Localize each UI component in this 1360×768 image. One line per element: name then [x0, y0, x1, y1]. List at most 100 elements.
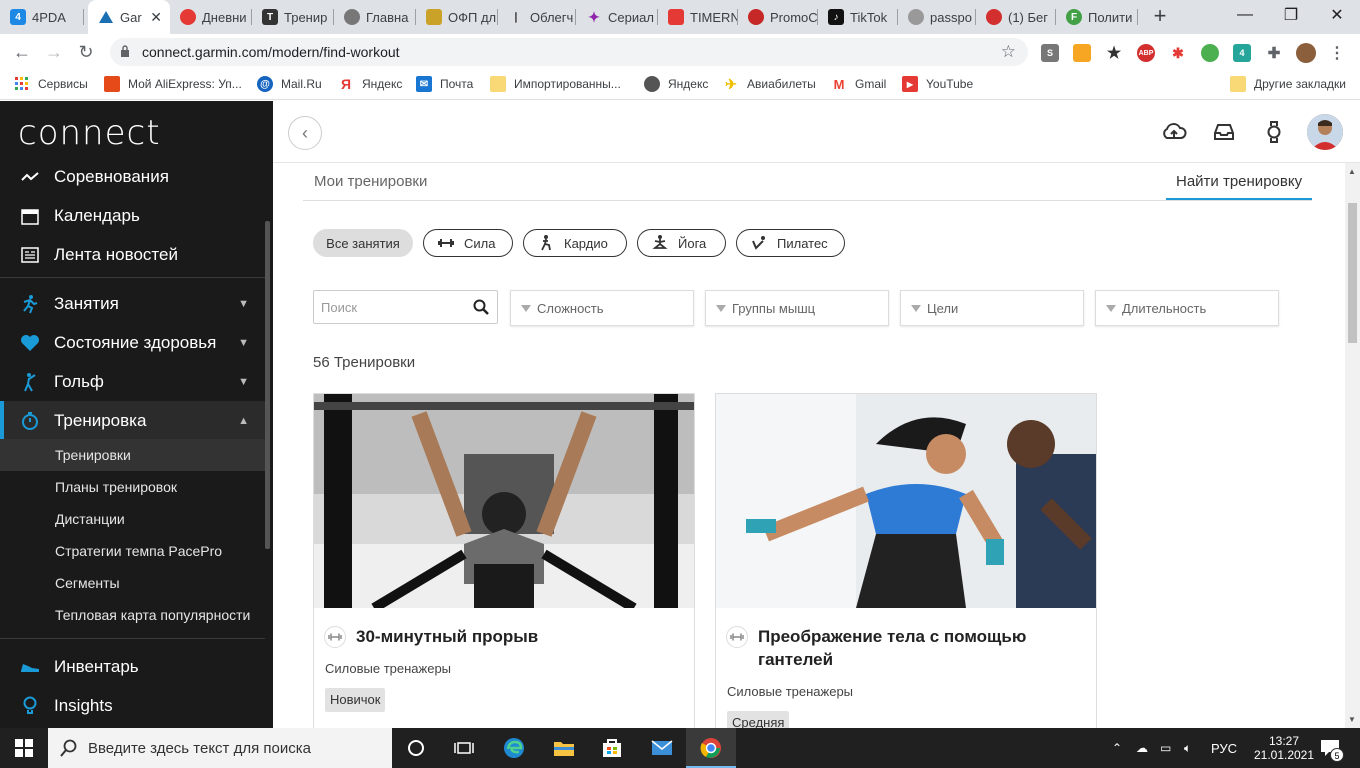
- reload-icon[interactable]: ↻: [74, 40, 98, 64]
- browser-tab[interactable]: ♪ TikTok: [818, 0, 898, 34]
- store-icon[interactable]: [600, 736, 624, 760]
- sidebar-item-activities[interactable]: Занятия ▼: [0, 284, 265, 323]
- browser-tab[interactable]: passpo: [898, 0, 976, 34]
- watch-icon[interactable]: [1261, 119, 1287, 145]
- task-view-icon[interactable]: [452, 736, 476, 760]
- browser-tab-active[interactable]: Gar ✕: [88, 0, 170, 34]
- tray-up-arrow-icon[interactable]: ⌃: [1112, 728, 1122, 768]
- user-avatar[interactable]: [1307, 114, 1343, 150]
- sidebar-item-insights[interactable]: Insights: [0, 686, 265, 725]
- extension-icon[interactable]: [1073, 44, 1091, 62]
- bookmark-folder[interactable]: Другие закладки: [1230, 70, 1346, 98]
- browser-tab[interactable]: 4 4PDA: [0, 0, 84, 34]
- sidebar-subitem-workouts[interactable]: Тренировки: [0, 439, 265, 471]
- clock[interactable]: 13:27 21.01.2021: [1254, 728, 1314, 768]
- taskbar-search-input[interactable]: Введите здесь текст для поиска: [48, 728, 392, 768]
- chevron-down-icon[interactable]: ▼: [238, 376, 249, 388]
- close-window-icon[interactable]: ✕: [1314, 0, 1360, 30]
- browser-tab[interactable]: Главна: [334, 0, 416, 34]
- page-scrollbar[interactable]: ▲ ▼: [1345, 163, 1360, 728]
- upload-cloud-icon[interactable]: [1161, 119, 1187, 145]
- menu-dots-icon[interactable]: ⋮: [1328, 44, 1346, 62]
- tab-my-workouts[interactable]: Мои тренировки: [314, 173, 427, 190]
- new-tab-button[interactable]: +: [1148, 4, 1172, 28]
- sidebar-subitem-segments[interactable]: Сегменты: [0, 567, 265, 599]
- chevron-up-icon[interactable]: ▲: [238, 415, 249, 427]
- windows-start-icon[interactable]: [12, 736, 36, 760]
- bookmark-item[interactable]: Сервисы: [14, 70, 88, 98]
- volume-icon[interactable]: 🔈︎: [1184, 728, 1191, 768]
- filter-difficulty[interactable]: Сложность: [510, 290, 694, 326]
- inbox-icon[interactable]: [1211, 119, 1237, 145]
- chevron-down-icon[interactable]: ▼: [238, 298, 249, 310]
- scroll-up-arrow-icon[interactable]: ▲: [1348, 167, 1356, 176]
- onedrive-cloud-icon[interactable]: ☁: [1136, 728, 1148, 768]
- flower-icon[interactable]: ✱: [1169, 44, 1187, 62]
- browser-tab[interactable]: (1) Бег: [976, 0, 1056, 34]
- browser-tab[interactable]: Дневни: [170, 0, 252, 34]
- sidebar-subitem-courses[interactable]: Дистанции: [0, 503, 265, 535]
- filter-goals[interactable]: Цели: [900, 290, 1084, 326]
- sidebar-item-gear[interactable]: Инвентарь: [0, 647, 265, 686]
- bookmark-item[interactable]: ✉ Почта: [416, 70, 473, 98]
- puzzle-icon[interactable]: ✚: [1265, 44, 1283, 62]
- browser-tab[interactable]: T Тренир: [252, 0, 334, 34]
- file-explorer-icon[interactable]: [552, 736, 576, 760]
- adblock-icon[interactable]: ABP: [1137, 44, 1155, 62]
- bookmark-item[interactable]: Яндекс: [644, 70, 708, 98]
- browser-tab[interactable]: F Полити: [1056, 0, 1138, 34]
- s-extension-icon[interactable]: S: [1041, 44, 1059, 62]
- workout-title[interactable]: 30-минутный прорыв: [356, 625, 538, 648]
- search-input[interactable]: Поиск: [313, 290, 498, 324]
- workout-title[interactable]: Преображение тела с помощью гантелей: [758, 625, 1058, 671]
- chevron-down-icon[interactable]: ▼: [238, 337, 249, 349]
- profile-avatar[interactable]: [1296, 43, 1316, 63]
- address-bar[interactable]: connect.garmin.com/modern/find-workout ☆: [110, 38, 1028, 66]
- sidebar-item-newsfeed[interactable]: Лента новостей: [0, 235, 265, 274]
- mail-app-icon[interactable]: [650, 736, 674, 760]
- bookmark-item[interactable]: Я Яндекс: [338, 70, 402, 98]
- bookmark-star-icon[interactable]: ☆: [1001, 42, 1016, 62]
- chip-cardio[interactable]: Кардио: [523, 229, 627, 257]
- sidebar-item-calendar[interactable]: Календарь: [0, 196, 265, 235]
- bookmark-folder[interactable]: Импортированны...: [490, 70, 621, 98]
- star-icon[interactable]: ★: [1105, 44, 1123, 62]
- sidebar-item-challenges[interactable]: Соревнования: [0, 157, 265, 196]
- close-tab-icon[interactable]: ✕: [150, 9, 162, 26]
- scroll-down-arrow-icon[interactable]: ▼: [1348, 715, 1356, 724]
- bookmark-item[interactable]: ▶ YouTube: [902, 70, 973, 98]
- browser-tab[interactable]: TIMERN: [658, 0, 738, 34]
- browser-tab[interactable]: ОФП дл: [416, 0, 498, 34]
- bookmark-item[interactable]: @ Mail.Ru: [257, 70, 322, 98]
- filter-muscle-groups[interactable]: Группы мышц: [705, 290, 889, 326]
- forward-arrow-icon[interactable]: →: [42, 40, 66, 64]
- sidebar-item-health[interactable]: Состояние здоровья ▼: [0, 323, 265, 362]
- restore-icon[interactable]: ❐: [1268, 0, 1314, 30]
- back-arrow-icon[interactable]: ←: [10, 40, 34, 64]
- cortana-icon[interactable]: [404, 736, 428, 760]
- search-icon[interactable]: [473, 299, 489, 315]
- workout-card[interactable]: 30-минутный прорыв Силовые тренажеры Нов…: [313, 393, 695, 728]
- chip-all-activities[interactable]: Все занятия: [313, 229, 413, 257]
- sidebar-item-golf[interactable]: Гольф ▼: [0, 362, 265, 401]
- chip-pilates[interactable]: Пилатес: [736, 229, 845, 257]
- bookmark-item[interactable]: M Gmail: [831, 70, 887, 98]
- browser-tab[interactable]: PromoC: [738, 0, 818, 34]
- network-icon[interactable]: ▭: [1160, 728, 1171, 768]
- bookmark-item[interactable]: Мой AliExpress: Уп...: [104, 70, 242, 98]
- minimize-icon[interactable]: —: [1222, 0, 1268, 30]
- scrollbar-thumb[interactable]: [1348, 203, 1357, 343]
- chip-strength[interactable]: Сила: [423, 229, 513, 257]
- bookmark-item[interactable]: ✈ Авиабилеты: [723, 70, 816, 98]
- connect-logo[interactable]: connect: [18, 113, 161, 153]
- sidebar-scrollbar[interactable]: [265, 221, 270, 549]
- edge-icon[interactable]: [502, 736, 526, 760]
- chrome-icon[interactable]: [699, 736, 723, 760]
- dots-extension-icon[interactable]: [1201, 44, 1219, 62]
- counter-extension-icon[interactable]: 4: [1233, 44, 1251, 62]
- browser-tab[interactable]: ✦ Сериал: [576, 0, 658, 34]
- sidebar-item-training[interactable]: Тренировка ▲: [0, 401, 265, 440]
- language-indicator[interactable]: РУС: [1211, 728, 1237, 768]
- tab-find-workout[interactable]: Найти тренировку: [1176, 173, 1302, 190]
- sidebar-subitem-training-plans[interactable]: Планы тренировок: [0, 471, 265, 503]
